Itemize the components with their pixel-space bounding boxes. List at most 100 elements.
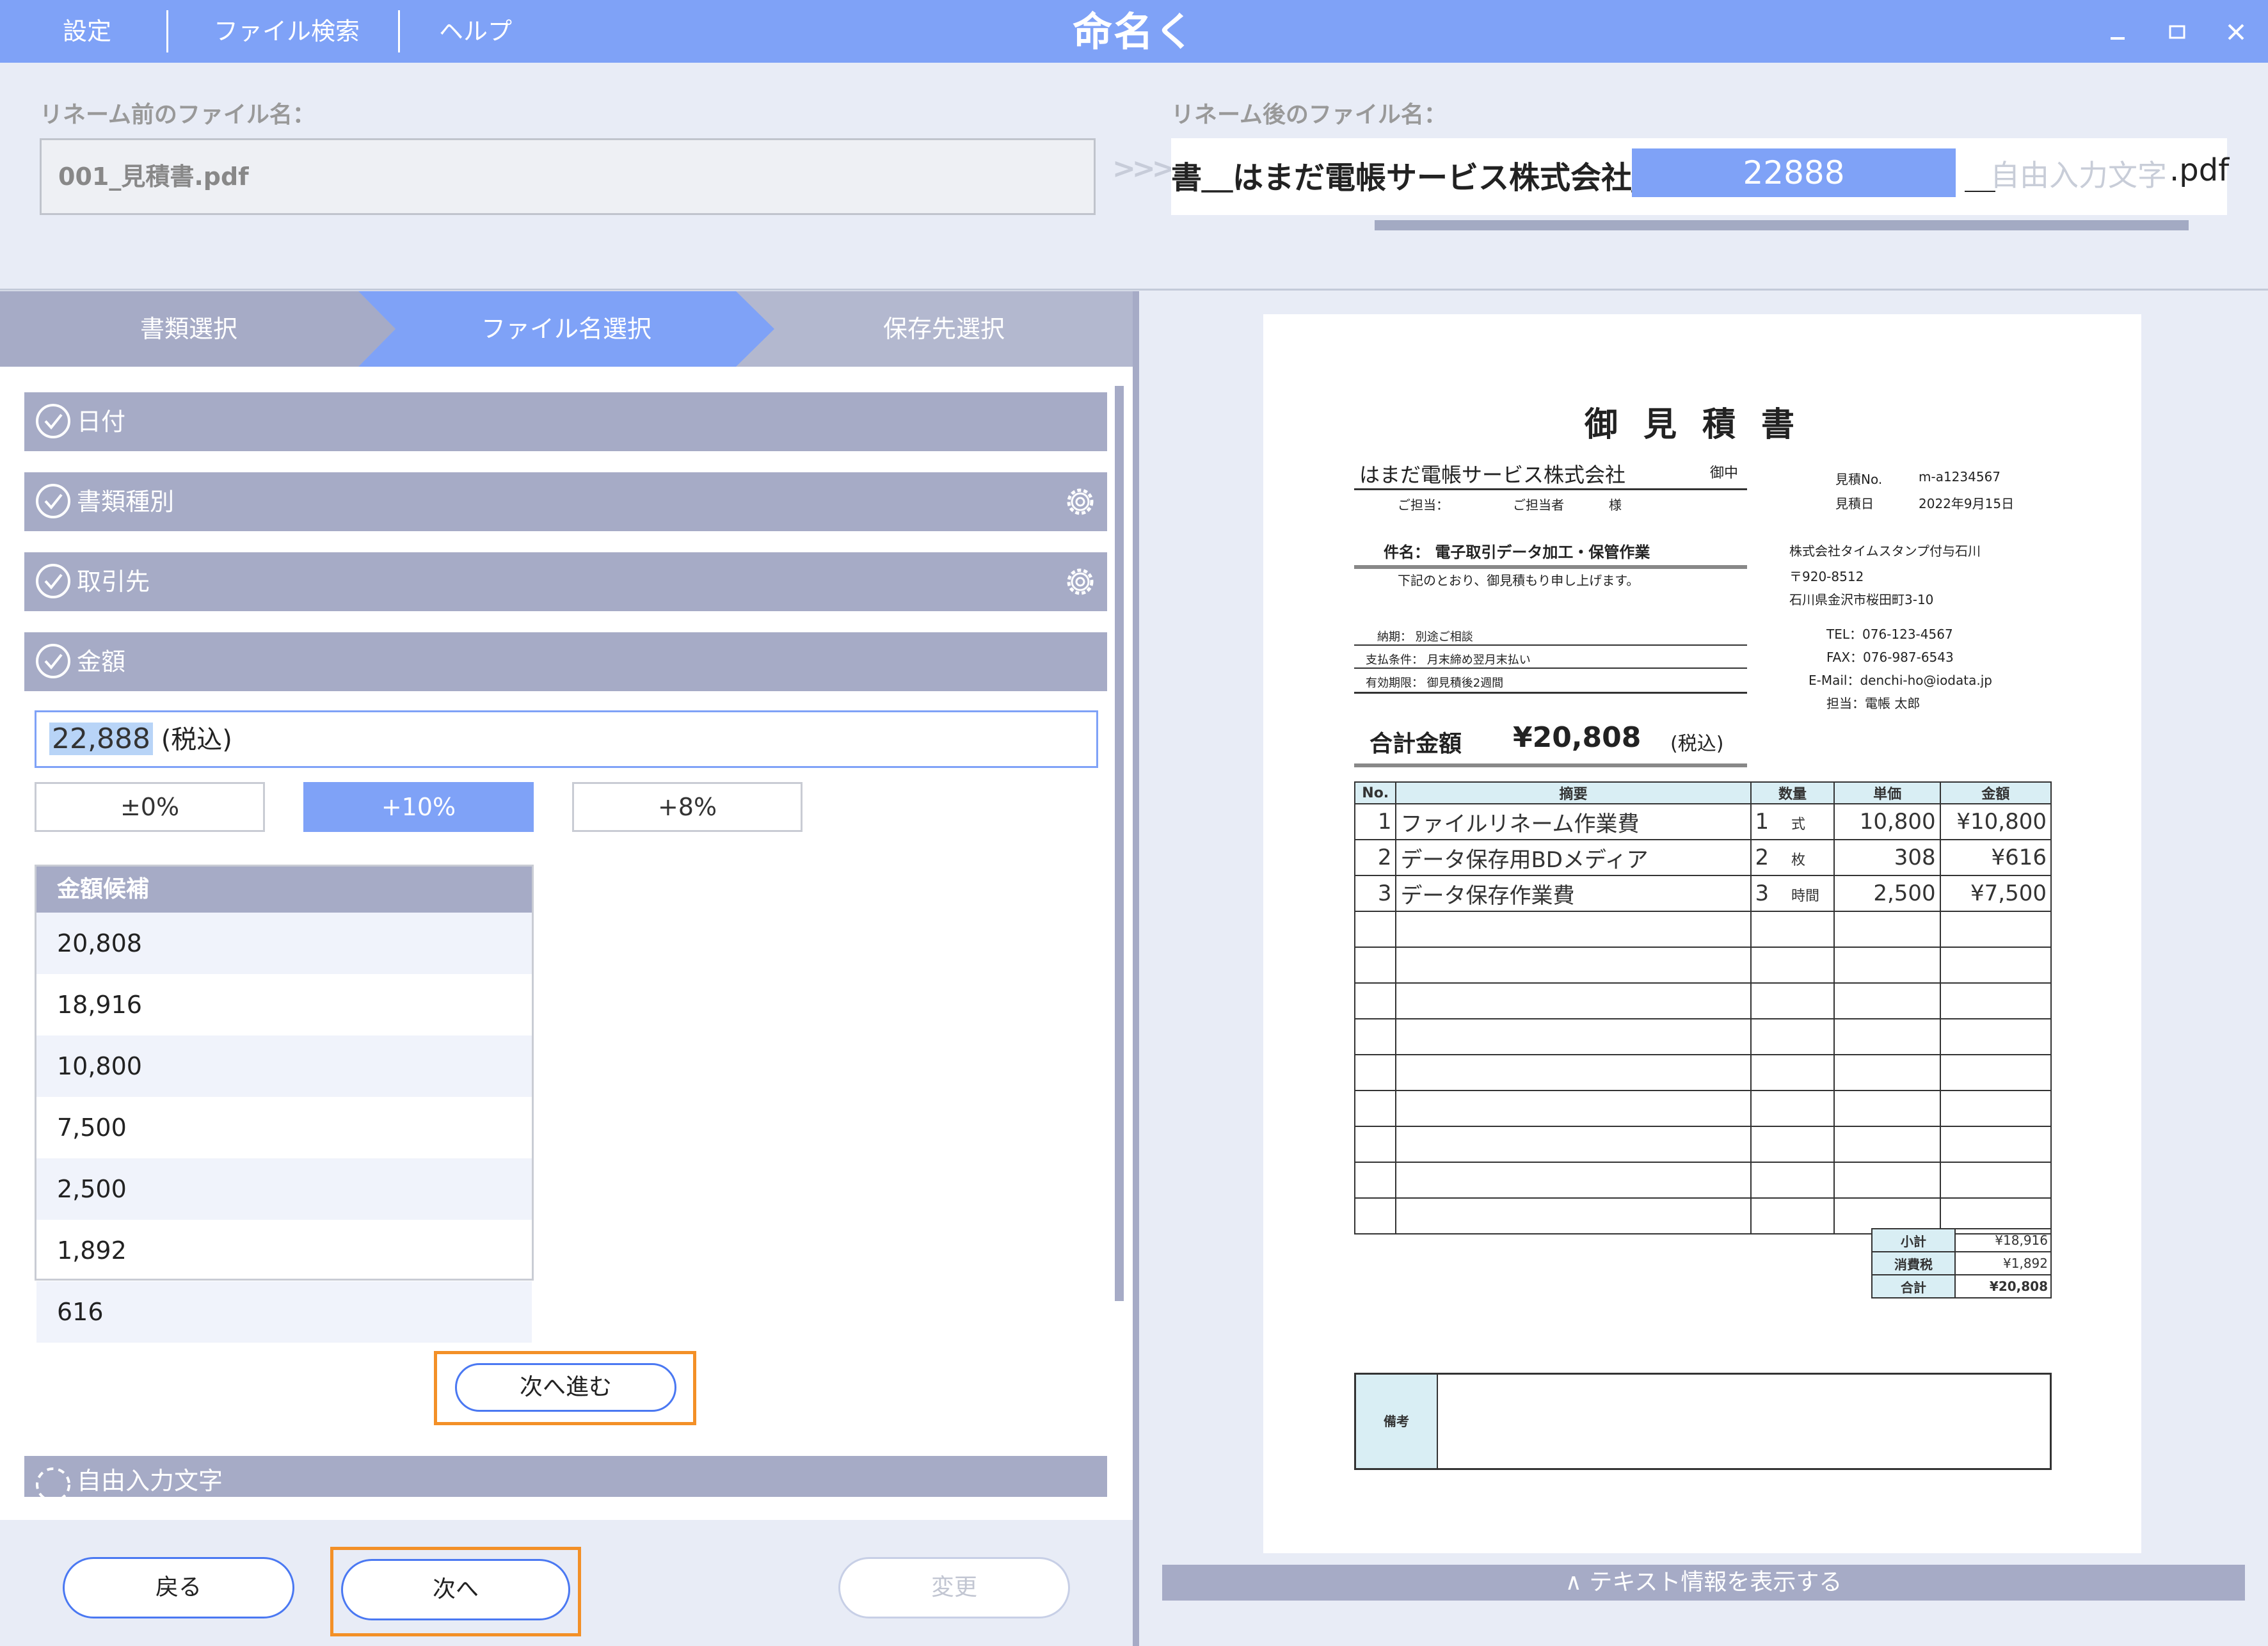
section-doc-type[interactable]: 書類種別 [24,472,1107,531]
table-row: 1 ファイルリネーム作業費 1 式 10,800 ¥10,800 [1354,803,2052,840]
after-filename-amount[interactable]: 22888 [1632,148,1956,197]
section-amount[interactable]: 金額 [24,632,1107,691]
after-filename-scrollbar[interactable] [1375,220,2189,230]
list-item[interactable]: 20,808 [36,913,532,974]
cell-price: 10,800 [1833,803,1941,840]
table-row: 2 データ保存用BDメディア 2 枚 308 ¥616 [1354,839,2052,876]
qty-unit: 時間 [1791,888,1819,904]
doc-onchu: 御中 [1710,465,1739,481]
menu-file-search[interactable]: ファイル検索 [214,0,360,63]
step-filename-select[interactable]: ファイル名選択 [378,291,755,367]
candidate-rows: 20,808 18,916 10,800 7,500 2,500 1,892 6… [36,913,532,1343]
arrow-right-icon: >>> [1112,152,1176,185]
gear-icon[interactable] [1062,564,1098,600]
list-item[interactable]: 7,500 [36,1097,532,1158]
app-logo: 命名くん [1072,8,1195,106]
amount-candidates-header: 金額候補 [36,867,532,913]
menu-settings[interactable]: 設定 [63,0,111,63]
list-item[interactable]: 616 [36,1281,532,1343]
underline [1354,667,1747,669]
cell-price: 308 [1833,839,1941,876]
table-row-empty [1354,1126,2052,1163]
underline [1354,644,1747,646]
doc-estimate-date: 2022年9月15日 [1919,496,2015,511]
check-circle-icon [36,484,70,518]
minimize-icon[interactable] [2100,14,2136,50]
next-highlight: 次へ [330,1547,581,1636]
after-filename-prefix: 書＿はまだ電帳サービス株式会社＿ [1171,160,1663,196]
doc-sama: 様 [1609,497,1622,513]
section-date[interactable]: 日付 [24,392,1107,451]
menu-help[interactable]: ヘルプ [439,0,512,63]
after-filename-free-text[interactable]: 自由入力文字 [1990,152,2167,195]
doc-tel: TEL：076-123-4567 [1826,627,1953,642]
next-button[interactable]: 次へ [341,1559,570,1620]
step-save-location[interactable]: 保存先選択 [755,291,1133,367]
cell-amount: ¥7,500 [1939,875,2052,912]
amount-candidates-list: 金額候補 20,808 18,916 10,800 7,500 2,500 1,… [35,865,534,1343]
list-item[interactable]: 18,916 [36,974,532,1035]
column-header: No. [1354,781,1397,804]
show-text-info-button[interactable]: ∧ テキスト情報を表示する [1162,1565,2245,1601]
after-filename-label: リネーム後のファイル名： [1171,102,1447,128]
cell-no: 3 [1354,875,1397,912]
cell-qty: 2 枚 [1750,839,1835,876]
subtotal-value: ¥18,916 [1954,1228,2052,1252]
cell-amount: ¥616 [1939,839,2052,876]
doc-person: 担当：電帳 太郎 [1826,696,1921,711]
left-scrollbar[interactable] [1115,386,1124,1301]
maximize-icon[interactable] [2159,14,2195,50]
table-row: 3 データ保存作業費 3 時間 2,500 ¥7,500 [1354,875,2052,912]
doc-validity: 有効期限： 御見積後2週間 [1366,676,1504,690]
items-table: No. 摘要 数量 単価 金額 1 ファイルリネーム作業費 1 式 10,800… [1354,781,2052,1234]
list-item[interactable]: 10,800 [36,1035,532,1097]
remarks-label: 備考 [1356,1375,1438,1468]
section-label: 金額 [77,648,126,676]
doc-subject-note: 下記のとおり、御見積もり申し上げます。 [1398,573,1640,588]
doc-total-label: 合計金額 [1370,731,1462,757]
cell-desc: データ保存作業費 [1395,875,1752,912]
doc-total-value: ¥20,808 [1513,721,1641,754]
doc-payment: 支払条件： 月末締め翌月末払い [1366,653,1531,667]
section-label: 日付 [77,408,126,436]
table-row-empty [1354,1018,2052,1055]
qty-unit: 式 [1791,817,1805,833]
totals-table: 小計 ¥18,916 消費税 ¥1,892 合計 ¥20,808 [1871,1228,2052,1298]
doc-estimate-date-label: 見積日 [1835,496,1874,511]
gear-icon[interactable] [1062,484,1098,520]
doc-estimate-no: m-a1234567 [1919,469,2001,484]
section-client[interactable]: 取引先 [24,552,1107,611]
section-label: 自由入力文字 [77,1467,223,1495]
tax-8-button[interactable]: +8% [572,782,803,832]
preview-panel: 御見積書 はまだ電帳サービス株式会社 御中 ご担当： ご担当者 様 見積No. … [1139,291,2268,1646]
section-label: 取引先 [77,568,150,596]
qty-value: 1 [1755,809,1769,835]
grand-total-value: ¥20,808 [1954,1274,2052,1298]
qty-value: 3 [1755,881,1769,906]
next-step-button[interactable]: 次へ進む [455,1363,676,1412]
panel-divider[interactable] [1133,291,1139,1646]
doc-estimate-no-label: 見積No. [1835,472,1883,487]
step-document-select[interactable]: 書類選択 [0,291,378,367]
table-row-empty [1354,1054,2052,1091]
table-row-empty [1354,982,2052,1019]
tax-value: ¥1,892 [1954,1251,2052,1275]
list-item[interactable]: 2,500 [36,1158,532,1220]
tax-10-button[interactable]: +10% [303,782,534,832]
section-free-text[interactable]: 自由入力文字 [24,1456,1107,1502]
close-icon[interactable] [2218,14,2254,50]
step-progress: 書類選択 ファイル名選択 保存先選択 [0,291,1133,367]
list-item[interactable]: 1,892 [36,1220,532,1281]
qty-unit: 枚 [1791,852,1805,868]
totals-row: 合計 ¥20,808 [1871,1274,2052,1298]
doc-title: 御見積書 [1584,406,1820,444]
amount-tax-suffix: (税込) [161,725,232,755]
underline [1354,488,1747,490]
underline [1354,763,1747,767]
tax-0-button[interactable]: ±0% [35,782,265,832]
column-header: 摘要 [1395,781,1752,804]
back-button[interactable]: 戻る [63,1557,294,1618]
cell-no: 1 [1354,803,1397,840]
cell-qty: 3 時間 [1750,875,1835,912]
amount-input[interactable]: 22,888 (税込) [35,710,1098,768]
